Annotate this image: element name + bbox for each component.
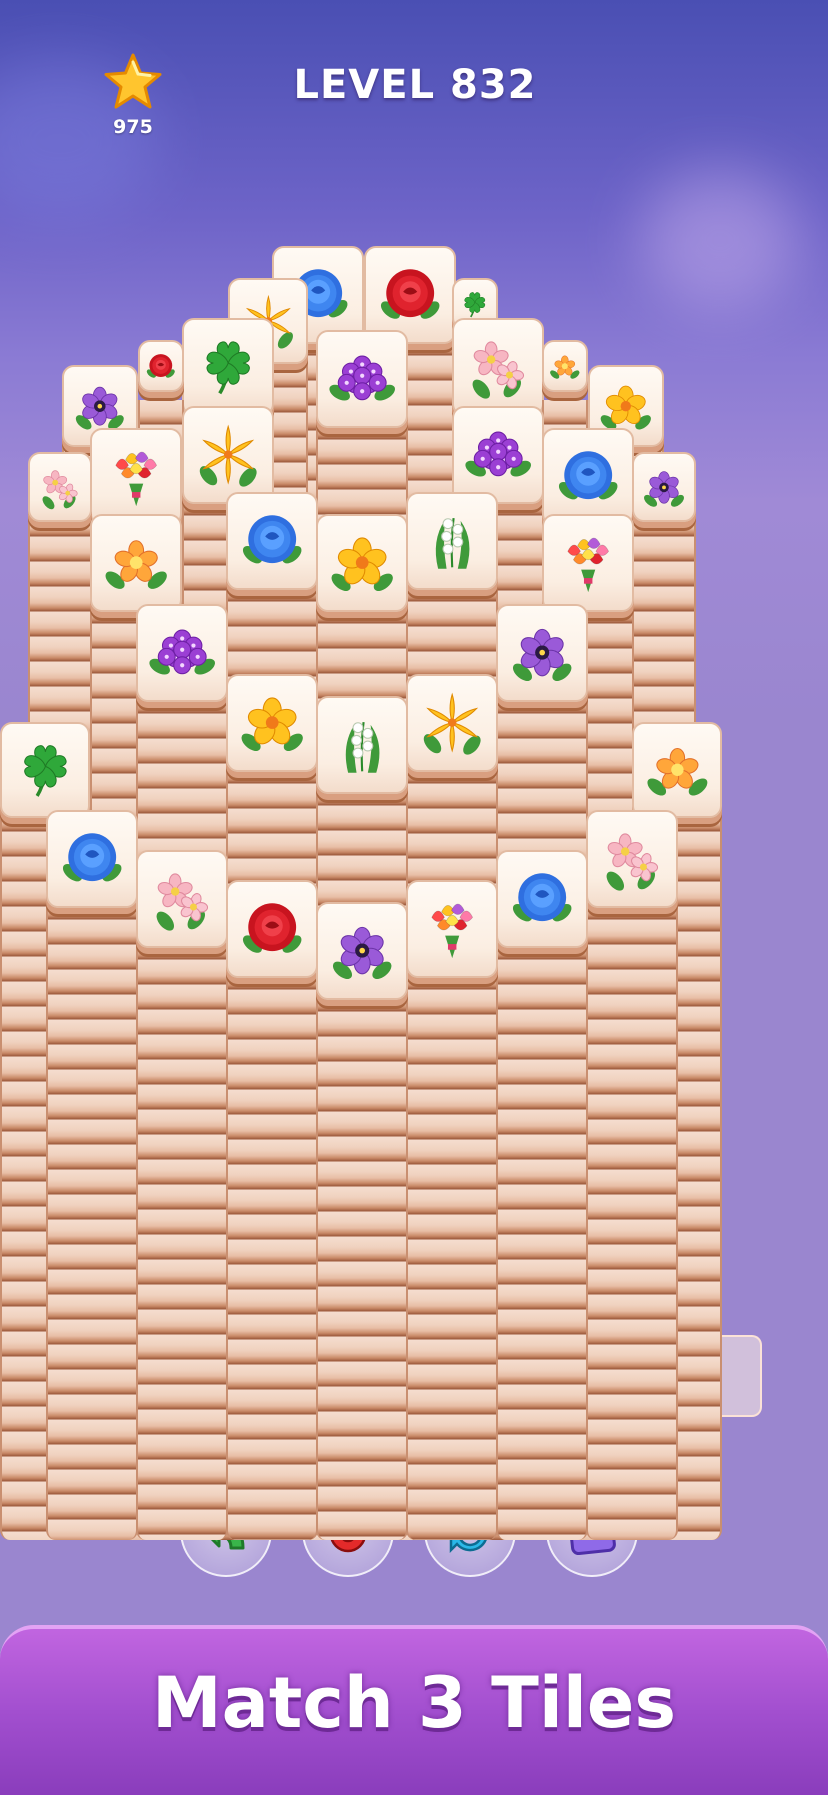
yellow-hibiscus-icon: [241, 697, 303, 752]
pink-blossom-icon: [472, 341, 524, 400]
clover-icon: [23, 745, 67, 798]
flower-tile[interactable]: [90, 514, 182, 612]
level-title: LEVEL 832: [293, 62, 537, 108]
flower-tile[interactable]: [90, 428, 182, 526]
yellow-hibiscus-icon: [331, 537, 393, 592]
flower-tile[interactable]: [496, 850, 588, 948]
flower-tile[interactable]: [406, 674, 498, 772]
flower-tile[interactable]: [46, 810, 138, 908]
stacked-layers: [406, 940, 498, 1540]
pink-blossom-icon: [42, 469, 78, 509]
flower-tile[interactable]: [542, 340, 588, 392]
flower-tile[interactable]: [226, 880, 318, 978]
lily-of-the-valley-icon: [435, 518, 470, 570]
blue-rose-icon: [558, 451, 618, 500]
stacked-layers: [316, 962, 408, 1540]
flower-tile[interactable]: [542, 514, 634, 612]
red-rose-icon: [242, 903, 302, 954]
flower-tile[interactable]: [136, 604, 228, 702]
tulip-bouquet-icon: [115, 452, 157, 507]
flower-tile[interactable]: [542, 428, 634, 526]
purple-hydrangea-icon: [149, 629, 215, 675]
tile-board: [0, 0, 828, 1795]
flower-tile[interactable]: [632, 452, 696, 522]
tile-stack: [226, 880, 318, 1540]
flower-tile[interactable]: [226, 492, 318, 590]
blue-rose-icon: [512, 873, 572, 922]
flower-tile[interactable]: [316, 696, 408, 794]
stacked-layers: [136, 910, 228, 1540]
stacked-layers: [226, 940, 318, 1540]
tulip-bouquet-icon: [567, 538, 609, 593]
purple-hydrangea-icon: [465, 431, 531, 477]
game-screen: 975 LEVEL 832 232+11 Match 3 Tiles: [0, 0, 828, 1795]
tile-stack: [586, 810, 678, 1540]
tulip-bouquet-icon: [431, 904, 473, 959]
clover-icon: [206, 341, 250, 395]
flower-tile[interactable]: [182, 406, 274, 504]
tile-stack: [316, 902, 408, 1540]
flower-tile[interactable]: [136, 850, 228, 948]
tile-stack: [136, 850, 228, 1540]
red-rose-icon: [147, 353, 175, 378]
flower-tile[interactable]: [0, 722, 90, 818]
blue-rose-icon: [62, 833, 122, 882]
flower-tile[interactable]: [496, 604, 588, 702]
flower-tile[interactable]: [138, 340, 184, 392]
purple-anemone-icon: [332, 927, 392, 980]
flower-tile[interactable]: [182, 318, 274, 416]
flower-tile[interactable]: [28, 452, 92, 522]
tile-stack: [406, 880, 498, 1540]
flower-tile[interactable]: [586, 810, 678, 908]
pink-blossom-icon: [606, 833, 658, 892]
orange-plumeria-icon: [550, 355, 580, 379]
flower-tile[interactable]: [316, 514, 408, 612]
blue-rose-icon: [242, 515, 302, 564]
flower-tile[interactable]: [452, 318, 544, 416]
lily-icon: [199, 425, 257, 488]
stacked-layers: [586, 870, 678, 1540]
flower-tile[interactable]: [316, 330, 408, 428]
flower-tile[interactable]: [316, 902, 408, 1000]
star-score: 975: [113, 116, 153, 138]
flower-tile[interactable]: [406, 880, 498, 978]
flower-tile[interactable]: [406, 492, 498, 590]
purple-hydrangea-icon: [329, 355, 395, 401]
orange-plumeria-icon: [105, 540, 167, 590]
flower-tile[interactable]: [452, 406, 544, 504]
purple-anemone-icon: [644, 470, 684, 507]
red-rose-icon: [380, 269, 440, 320]
flower-tile[interactable]: [632, 722, 722, 818]
stacked-layers: [496, 910, 588, 1540]
star-icon: [104, 53, 162, 109]
banner-text: Match 3 Tiles: [151, 1662, 676, 1744]
tile-stack: [496, 850, 588, 1540]
pink-blossom-icon: [156, 873, 208, 932]
lily-icon: [423, 693, 481, 756]
lily-of-the-valley-icon: [345, 722, 380, 774]
orange-plumeria-icon: [647, 748, 707, 796]
flower-tile[interactable]: [226, 674, 318, 772]
purple-anemone-icon: [512, 629, 572, 682]
tile-stack: [46, 810, 138, 1540]
stacked-layers: [46, 870, 138, 1540]
